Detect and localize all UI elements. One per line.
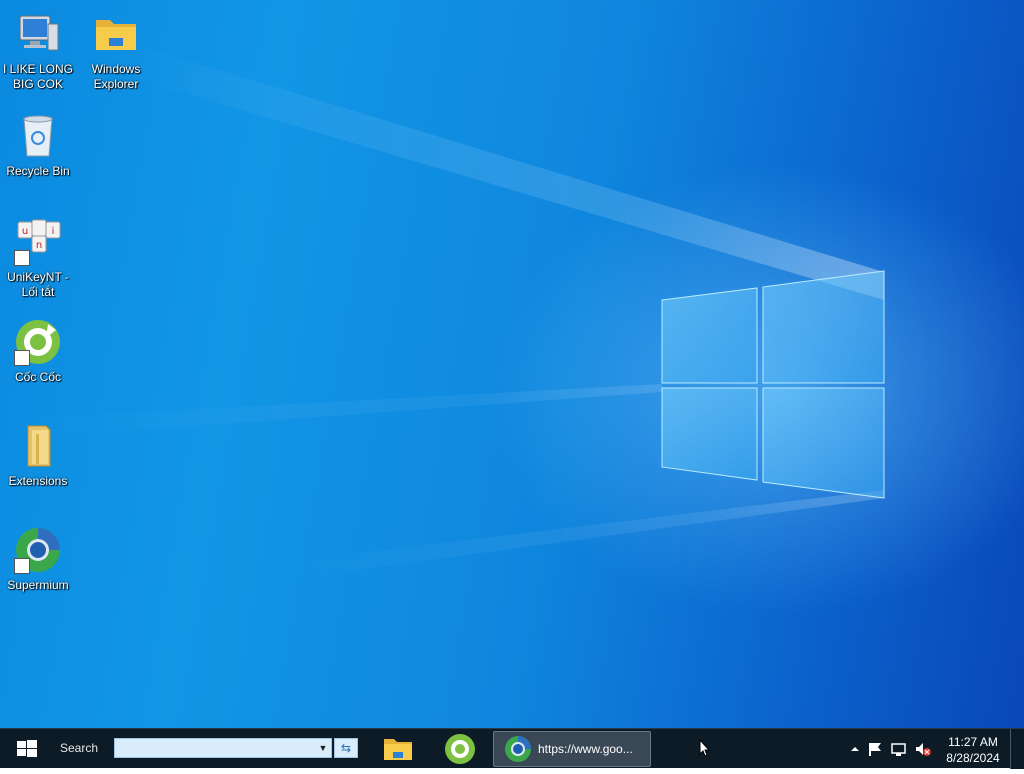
search-go-button[interactable]: ⇆ — [334, 738, 358, 758]
volume-muted-icon[interactable] — [914, 741, 932, 757]
shortcut-arrow-icon — [14, 350, 30, 366]
taskbar-clock[interactable]: 11:27 AM 8/28/2024 — [940, 734, 1006, 766]
svg-text:u: u — [22, 226, 28, 237]
search-input[interactable] — [114, 738, 332, 758]
shortcut-arrow-icon — [14, 558, 30, 574]
supermium-icon — [14, 526, 62, 574]
desktop-icon-recycle-bin[interactable]: Recycle Bin — [0, 112, 76, 179]
wallpaper — [0, 40, 885, 575]
folder-icon — [14, 422, 62, 470]
computer-icon — [14, 10, 62, 58]
flag-icon[interactable] — [866, 741, 884, 757]
mouse-cursor-icon — [699, 739, 711, 757]
taskbar: Search ▼ ⇆ https://www.goo... 11:27 AM 8… — [0, 728, 1024, 769]
taskbar-window-button[interactable]: https://www.goo... — [493, 731, 651, 767]
desktop-icon-label: Windows Explorer — [91, 62, 141, 91]
desktop-icon-label: UniKeyNT - Lối tắt — [7, 270, 69, 299]
desktop[interactable]: I LIKE LONG BIG COK Windows Explorer Rec… — [0, 0, 1024, 728]
shortcut-arrow-icon — [14, 250, 30, 266]
search-label: Search — [60, 741, 99, 755]
recycle-bin-icon — [14, 112, 62, 160]
taskbar-pin-file-explorer[interactable] — [372, 729, 424, 769]
svg-text:n: n — [36, 240, 42, 251]
supermium-icon — [505, 736, 531, 762]
desktop-icon-label: Supermium — [7, 578, 69, 592]
desktop-icon-extensions[interactable]: Extensions — [0, 422, 76, 489]
desktop-icon-unikey[interactable]: u i n UniKeyNT - Lối tắt — [0, 218, 76, 300]
network-icon[interactable] — [890, 741, 908, 757]
coccoc-icon — [14, 318, 62, 366]
clock-time: 11:27 AM — [948, 735, 998, 749]
search-dropdown-icon[interactable]: ▼ — [316, 739, 330, 757]
chevron-up-icon[interactable] — [846, 741, 864, 757]
windows-logo-icon — [17, 740, 37, 757]
desktop-icon-windows-explorer[interactable]: Windows Explorer — [78, 10, 154, 92]
desktop-icon-label: Recycle Bin — [6, 164, 70, 178]
desktop-icon-computer[interactable]: I LIKE LONG BIG COK — [0, 10, 76, 92]
windows-logo-wallpaper — [661, 270, 885, 499]
folder-icon — [92, 10, 140, 58]
taskbar-window-title: https://www.goo... — [538, 742, 633, 756]
coccoc-icon — [445, 734, 475, 764]
unikey-icon: u i n — [14, 218, 62, 266]
desktop-icon-supermium[interactable]: Supermium — [0, 526, 76, 593]
start-button[interactable] — [0, 729, 52, 769]
desktop-icon-label: Cốc Cốc — [14, 370, 61, 384]
clock-date: 8/28/2024 — [946, 751, 1000, 765]
folder-icon — [384, 739, 412, 760]
taskbar-pin-coc-coc[interactable] — [434, 729, 486, 769]
desktop-icon-coc-coc[interactable]: Cốc Cốc — [0, 318, 76, 385]
desktop-icon-label: I LIKE LONG BIG COK — [2, 62, 74, 91]
desktop-icon-label: Extensions — [8, 474, 68, 488]
svg-text:i: i — [52, 226, 55, 237]
show-desktop-button[interactable] — [1010, 729, 1024, 769]
system-tray — [840, 729, 940, 769]
